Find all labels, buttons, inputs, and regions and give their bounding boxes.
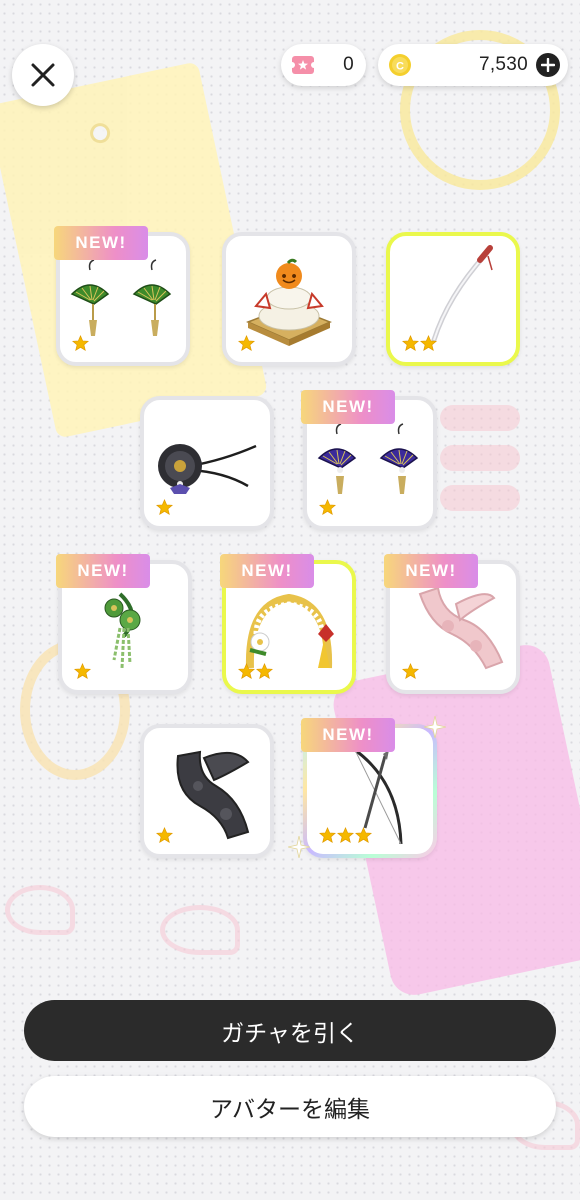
rarity-stars [402, 663, 419, 680]
rarity-stars [72, 335, 89, 352]
edit-avatar-button[interactable]: アバターを編集 [24, 1076, 556, 1137]
rarity-stars [238, 335, 255, 352]
close-button[interactable] [12, 44, 74, 106]
new-badge: NEW! [301, 390, 395, 424]
coin-counter: C 7,530 [378, 44, 568, 86]
sparkle-icon [288, 836, 310, 858]
item-card-black-flower-choker[interactable] [140, 396, 274, 530]
star-icon [256, 663, 273, 680]
star-icon [156, 499, 173, 516]
new-badge: NEW! [56, 554, 150, 588]
star-icon [355, 827, 372, 844]
svg-text:C: C [396, 61, 404, 73]
background-wing-decoration [160, 905, 240, 955]
plus-icon [541, 58, 555, 72]
item-card-katana[interactable] [386, 232, 520, 366]
star-icon [238, 663, 255, 680]
rarity-stars [238, 663, 273, 680]
background-bar-decoration [440, 445, 520, 471]
star-icon [319, 499, 336, 516]
new-badge: NEW! [384, 554, 478, 588]
star-icon [337, 827, 354, 844]
item-card-kagami-mochi[interactable] [222, 232, 356, 366]
item-card-black-fur-stole[interactable] [140, 724, 274, 858]
new-badge: NEW! [301, 718, 395, 752]
ticket-count: 0 [343, 54, 354, 75]
close-icon [31, 63, 55, 87]
star-icon [402, 663, 419, 680]
item-card-bow-and-arrow[interactable]: NEW! [301, 718, 437, 858]
coin-icon: C [389, 54, 411, 76]
background-bar-decoration [440, 485, 520, 511]
item-card-purple-fan-earrings[interactable]: NEW! [301, 390, 437, 530]
gacha-button[interactable]: ガチャを引く [24, 1000, 556, 1061]
star-icon [72, 335, 89, 352]
sparkle-icon [424, 716, 446, 738]
star-icon [319, 827, 336, 844]
ticket-counter: 0 [281, 44, 366, 86]
new-badge: NEW! [220, 554, 314, 588]
new-badge: NEW! [54, 226, 148, 260]
coin-count: 7,530 [478, 54, 528, 75]
rarity-stars [402, 335, 437, 352]
ticket-icon [291, 56, 315, 74]
item-card-green-flower-hair-ornament[interactable]: NEW! [56, 554, 192, 694]
rarity-stars [156, 499, 173, 516]
rarity-stars [319, 499, 336, 516]
star-icon [420, 335, 437, 352]
star-icon [74, 663, 91, 680]
add-coins-button[interactable] [536, 53, 560, 77]
item-card-new-year-headband[interactable]: NEW! [220, 554, 356, 694]
star-icon [156, 827, 173, 844]
star-icon [238, 335, 255, 352]
background-wing-decoration [5, 885, 75, 935]
rarity-stars [74, 663, 91, 680]
background-bar-decoration [440, 405, 520, 431]
star-icon [402, 335, 419, 352]
rarity-stars [156, 827, 173, 844]
item-card-pink-fur-stole[interactable]: NEW! [384, 554, 520, 694]
item-card-green-fan-earrings[interactable]: NEW! [54, 226, 190, 366]
rarity-stars [319, 827, 372, 844]
